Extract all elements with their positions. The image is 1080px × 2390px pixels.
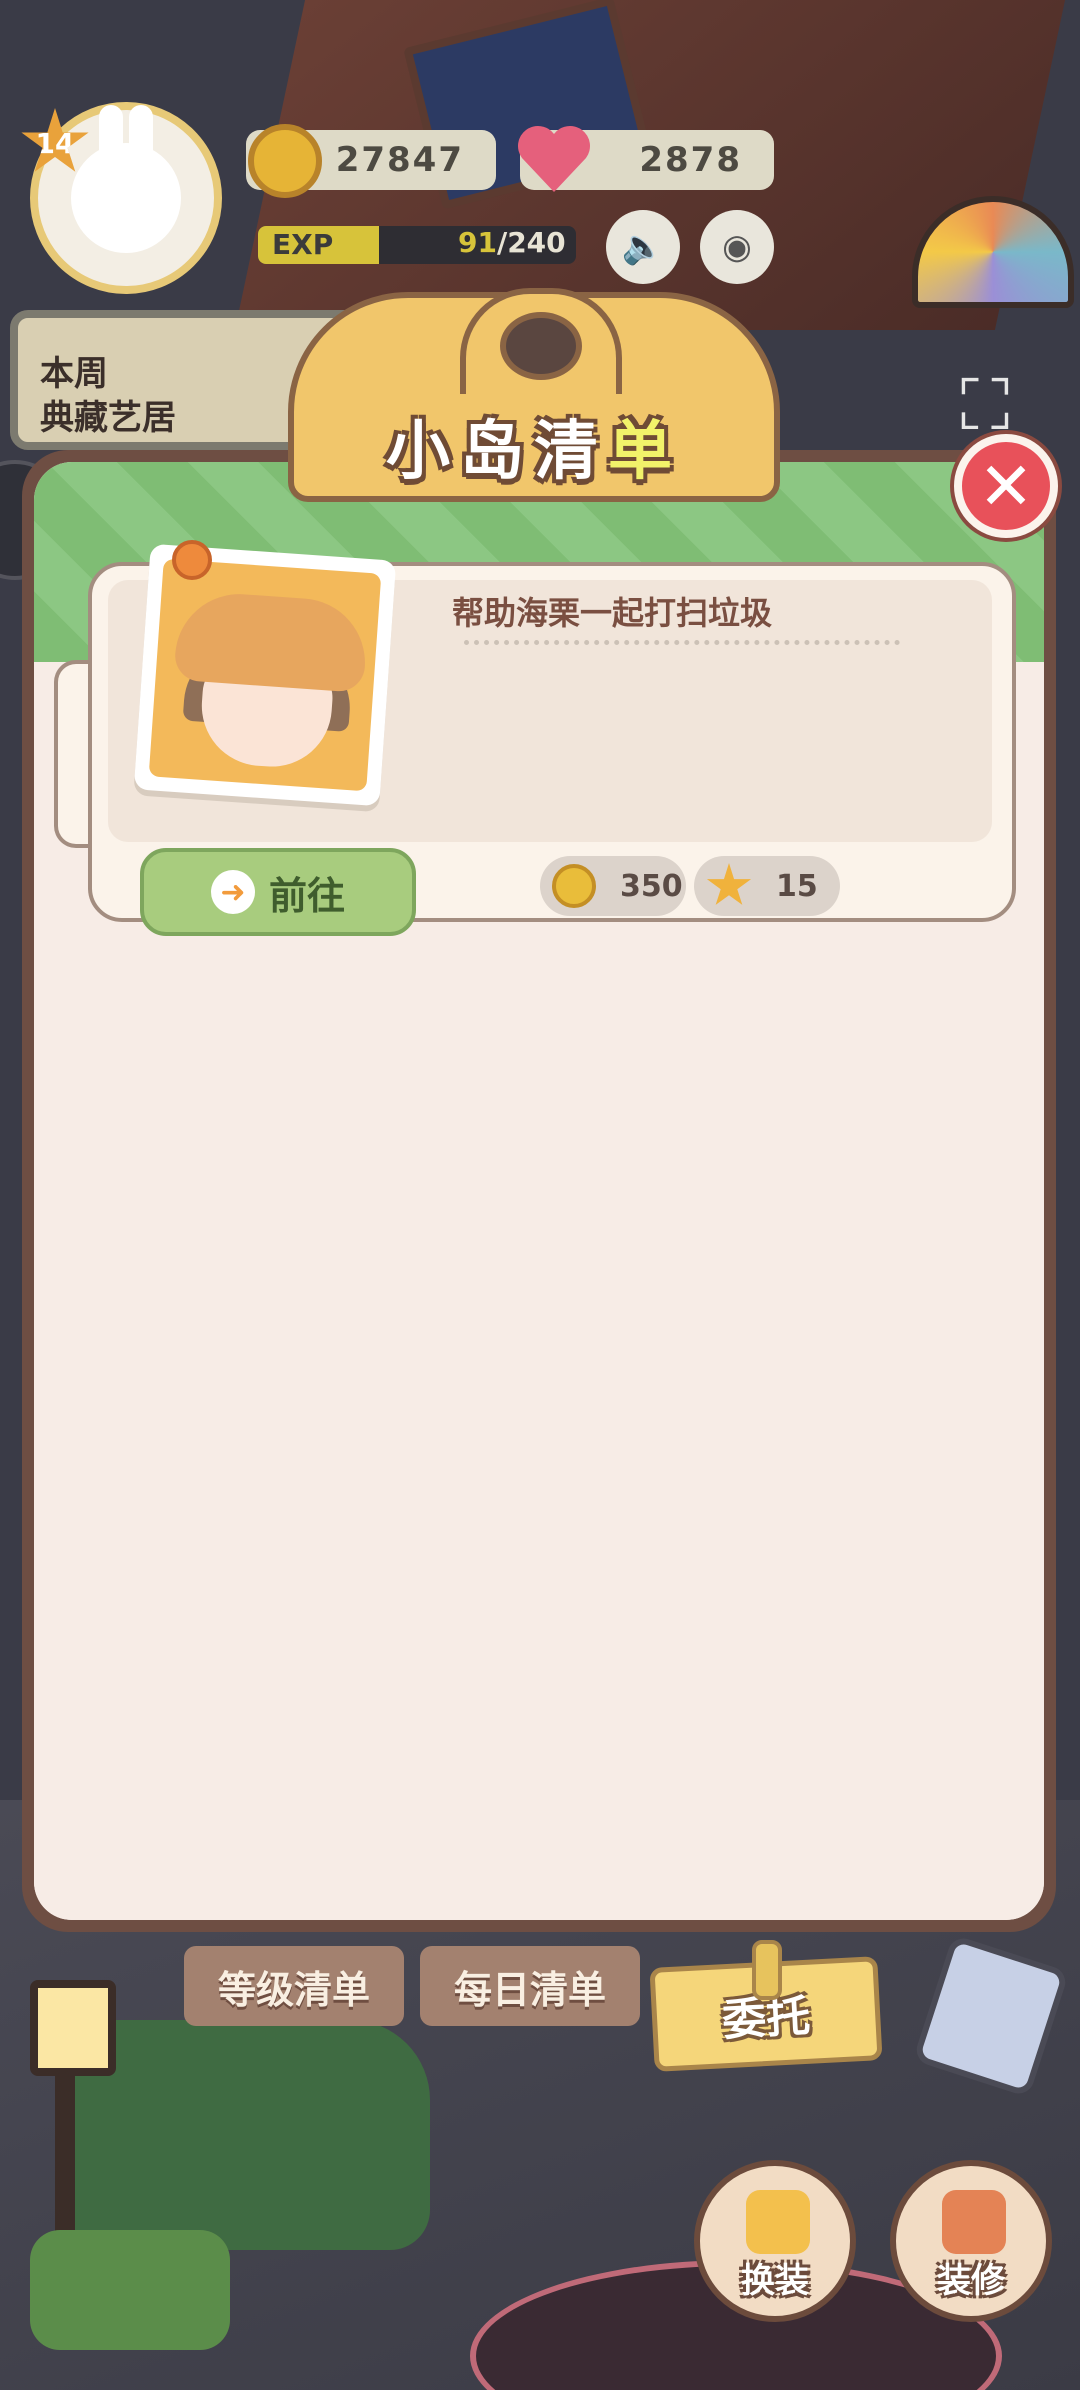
dress-up-label: 换装 bbox=[741, 2261, 809, 2301]
tab-clip bbox=[752, 1940, 782, 2000]
tab-level-list[interactable]: 等级清单 bbox=[184, 1946, 404, 2026]
reward-coins-value: 350 bbox=[620, 868, 683, 904]
panel-title: 小岛清单 bbox=[288, 400, 780, 492]
reward-coins: 350 bbox=[540, 856, 686, 916]
speaker-icon: 🔈 bbox=[621, 227, 665, 267]
go-button-label: 前往 bbox=[268, 873, 345, 918]
plaque-hole bbox=[500, 312, 582, 380]
pushpin-icon bbox=[172, 540, 212, 580]
lamp-head bbox=[30, 1980, 116, 2076]
dotted-divider bbox=[464, 640, 900, 645]
star-icon bbox=[706, 863, 752, 905]
exp-current: 91 bbox=[458, 226, 497, 259]
task-title: 帮助海栗一起打扫垃圾 bbox=[452, 594, 773, 632]
coin-icon bbox=[552, 864, 596, 908]
close-icon: ✕ bbox=[978, 447, 1034, 525]
close-button[interactable]: ✕ bbox=[954, 434, 1058, 538]
flower-bed bbox=[30, 2230, 230, 2350]
reward-stars: 15 bbox=[694, 856, 840, 916]
exp-total: /240 bbox=[496, 226, 566, 259]
camera-button[interactable]: ◉ bbox=[700, 210, 774, 284]
exp-value: 91/240 bbox=[458, 226, 566, 259]
arrow-right-icon: ➜ bbox=[210, 870, 255, 914]
paint-roller-icon bbox=[942, 2190, 1006, 2254]
exp-label: EXP bbox=[272, 228, 334, 261]
bunny-avatar-icon bbox=[71, 105, 181, 253]
panel-title-part2: 单 bbox=[608, 415, 682, 489]
panel-title-part1: 小岛清 bbox=[386, 415, 608, 489]
camera-icon: ◉ bbox=[722, 227, 752, 267]
coin-icon bbox=[248, 124, 322, 198]
reward-stars-value: 15 bbox=[776, 868, 818, 904]
speaker-button[interactable]: 🔈 bbox=[606, 210, 680, 284]
portrait-hat bbox=[173, 589, 370, 693]
npc-portrait bbox=[133, 543, 397, 807]
dress-up-icon bbox=[746, 2190, 810, 2254]
portrait-background bbox=[148, 558, 382, 792]
decorate-label: 装修 bbox=[937, 2261, 1005, 2301]
tab-daily-list[interactable]: 每日清单 bbox=[420, 1946, 640, 2026]
go-button[interactable]: ➜ 前往 bbox=[140, 848, 416, 936]
decorate-button[interactable]: 装修 bbox=[890, 2160, 1052, 2322]
weekly-collection-label: 本周 典藏艺居 bbox=[40, 354, 176, 438]
dress-up-button[interactable]: 换装 bbox=[694, 2160, 856, 2322]
